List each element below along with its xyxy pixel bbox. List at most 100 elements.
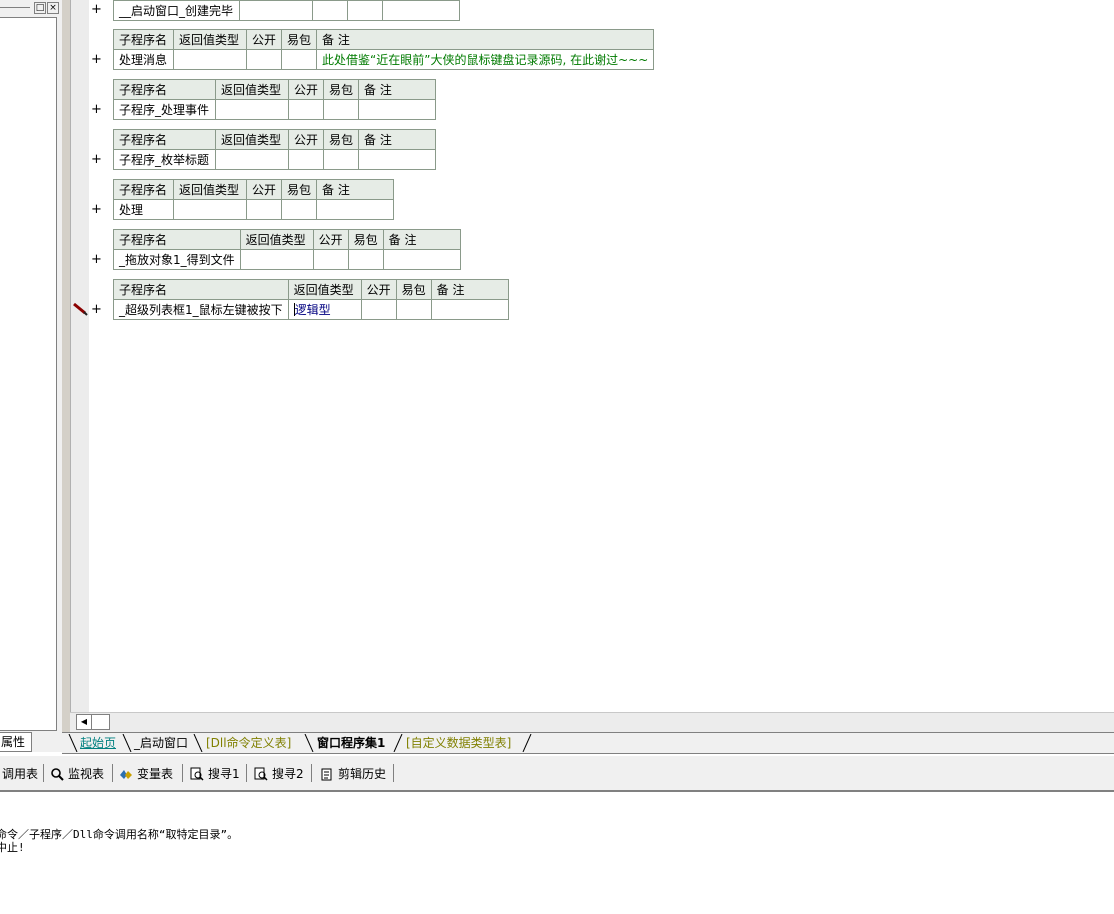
tab-properties[interactable]: 属性 <box>0 732 32 752</box>
expand-icon[interactable]: + <box>91 153 102 166</box>
tab-divider <box>304 734 314 752</box>
close-icon[interactable]: × <box>47 2 59 14</box>
expand-icon[interactable]: + <box>91 3 102 16</box>
tab-startup-window[interactable]: _启动窗口 <box>134 735 188 752</box>
col-subroutine-name: 子程序名 <box>113 179 174 200</box>
public-cell[interactable] <box>245 199 283 220</box>
toolbar-divider <box>246 764 247 782</box>
tab-divider <box>522 734 532 752</box>
subroutine-name[interactable]: 子程序_枚举标题 <box>113 149 216 170</box>
output-line: 命令／子程序／Dll命令调用名称“取特定目录”。 <box>0 828 239 841</box>
watch-table-label: 监视表 <box>68 767 105 781</box>
subroutine-table[interactable]: 子程序名 返回值类型 公开 易包 备 注 _拖放对象1_得到文件 <box>113 229 461 270</box>
return-type-cell[interactable] <box>173 49 247 70</box>
col-remark: 备 注 <box>316 179 395 200</box>
toolbar-divider <box>311 764 312 782</box>
variable-table-label: 变量表 <box>137 767 174 781</box>
col-package: 易包 <box>323 129 360 150</box>
public-cell[interactable] <box>312 0 348 21</box>
expand-icon[interactable]: + <box>91 203 102 216</box>
tab-dll-commands[interactable]: [Dll命令定义表] <box>206 735 291 752</box>
expand-icon[interactable]: + <box>91 53 102 66</box>
magnifier-icon <box>51 768 64 781</box>
subroutine-name[interactable]: 处理消息 <box>113 49 174 70</box>
tab-custom-data-types[interactable]: [自定义数据类型表] <box>406 735 511 752</box>
col-remark: 备 注 <box>430 279 509 300</box>
return-type-cell[interactable] <box>173 199 247 220</box>
col-package: 易包 <box>323 79 360 100</box>
horizontal-scrollbar[interactable] <box>70 712 1114 733</box>
clipboard-icon <box>321 768 332 781</box>
package-cell[interactable] <box>347 249 384 270</box>
left-panel-list[interactable] <box>0 17 57 731</box>
subroutine-name[interactable]: _拖放对象1_得到文件 <box>113 249 241 270</box>
remark-cell[interactable] <box>316 199 395 220</box>
panel-grip <box>0 7 30 8</box>
toolbar-divider <box>43 764 44 782</box>
restore-icon[interactable]: □ <box>34 2 46 14</box>
public-cell[interactable] <box>312 249 349 270</box>
subroutine-name[interactable]: 子程序_处理事件 <box>113 99 216 120</box>
output-pane[interactable] <box>0 792 1114 914</box>
subroutine-name[interactable]: _超级列表框1_鼠标左键被按下 <box>113 299 289 320</box>
scroll-thumb[interactable] <box>91 714 110 730</box>
toolbar-divider <box>393 764 394 782</box>
remark-cell[interactable] <box>382 0 460 21</box>
tab-divider <box>122 734 132 752</box>
subroutine-table[interactable]: 子程序名 返回值类型 公开 易包 备 注 子程序_枚举标题 <box>113 129 437 170</box>
remark-cell[interactable] <box>382 249 461 270</box>
subroutine-name[interactable]: __启动窗口_创建完毕 <box>113 0 240 21</box>
expand-icon[interactable]: + <box>91 103 102 116</box>
tab-window-assembly-1[interactable]: 窗口程序集1 <box>317 735 385 752</box>
package-cell[interactable] <box>323 99 360 120</box>
watch-table-button[interactable]: 监视表 <box>50 765 104 783</box>
remark-cell[interactable] <box>430 299 509 320</box>
col-subroutine-name: 子程序名 <box>113 229 241 250</box>
col-return-type: 返回值类型 <box>239 229 314 250</box>
package-cell[interactable] <box>281 49 318 70</box>
search-2-button[interactable]: 搜寻2 <box>254 765 304 783</box>
remark-cell[interactable] <box>358 149 437 170</box>
pencil-icon <box>73 302 88 316</box>
return-type-cell[interactable]: 逻辑型 <box>287 299 362 320</box>
scroll-left-icon[interactable]: ◀ <box>76 714 92 730</box>
call-table-button[interactable]: 调用表 <box>2 765 38 783</box>
remark-cell[interactable] <box>358 99 437 120</box>
public-cell[interactable] <box>245 49 283 70</box>
public-cell[interactable] <box>287 149 325 170</box>
subroutine-table[interactable]: 子程序名 返回值类型 公开 易包 备 注 处理 <box>113 179 395 220</box>
col-public: 公开 <box>287 129 325 150</box>
package-cell[interactable] <box>323 149 360 170</box>
return-type-cell[interactable] <box>239 0 313 21</box>
col-remark: 备 注 <box>358 79 437 100</box>
subroutine-name[interactable]: 处理 <box>113 199 174 220</box>
editor-splitter[interactable] <box>62 0 70 732</box>
expand-icon[interactable]: + <box>91 253 102 266</box>
search-1-button[interactable]: 搜寻1 <box>190 765 240 783</box>
public-cell[interactable] <box>360 299 397 320</box>
variable-table-button[interactable]: 变量表 <box>119 765 173 783</box>
col-return-type: 返回值类型 <box>287 279 362 300</box>
remark-cell[interactable]: 此处借鉴“近在眼前”大侠的鼠标键盘记录源码, 在此谢过~~~ <box>316 49 655 70</box>
col-package: 易包 <box>281 179 318 200</box>
subroutine-table[interactable]: __启动窗口_创建完毕 <box>113 0 460 21</box>
toolbar-divider <box>182 764 183 782</box>
return-type-cell[interactable] <box>215 99 289 120</box>
return-type-cell[interactable] <box>215 149 289 170</box>
toolbar-divider <box>112 764 113 782</box>
public-cell[interactable] <box>287 99 325 120</box>
package-cell[interactable] <box>281 199 318 220</box>
package-cell[interactable] <box>347 0 383 21</box>
subroutine-table[interactable]: 子程序名 返回值类型 公开 易包 备 注 处理消息 此处借鉴“近在眼前”大侠的鼠… <box>113 29 655 70</box>
expand-icon[interactable]: + <box>91 303 102 316</box>
col-public: 公开 <box>245 179 283 200</box>
subroutine-table[interactable]: 子程序名 返回值类型 公开 易包 备 注 _超级列表框1_鼠标左键被按下 逻辑型 <box>113 279 509 320</box>
return-type-value: 逻辑型 <box>294 303 331 317</box>
package-cell[interactable] <box>395 299 432 320</box>
tab-start-page[interactable]: 起始页 <box>80 735 116 752</box>
clip-history-button[interactable]: 剪辑历史 <box>320 765 386 783</box>
return-type-cell[interactable] <box>239 249 314 270</box>
col-return-type: 返回值类型 <box>173 179 247 200</box>
subroutine-table[interactable]: 子程序名 返回值类型 公开 易包 备 注 子程序_处理事件 <box>113 79 437 120</box>
call-table-label: 调用表 <box>2 767 39 781</box>
